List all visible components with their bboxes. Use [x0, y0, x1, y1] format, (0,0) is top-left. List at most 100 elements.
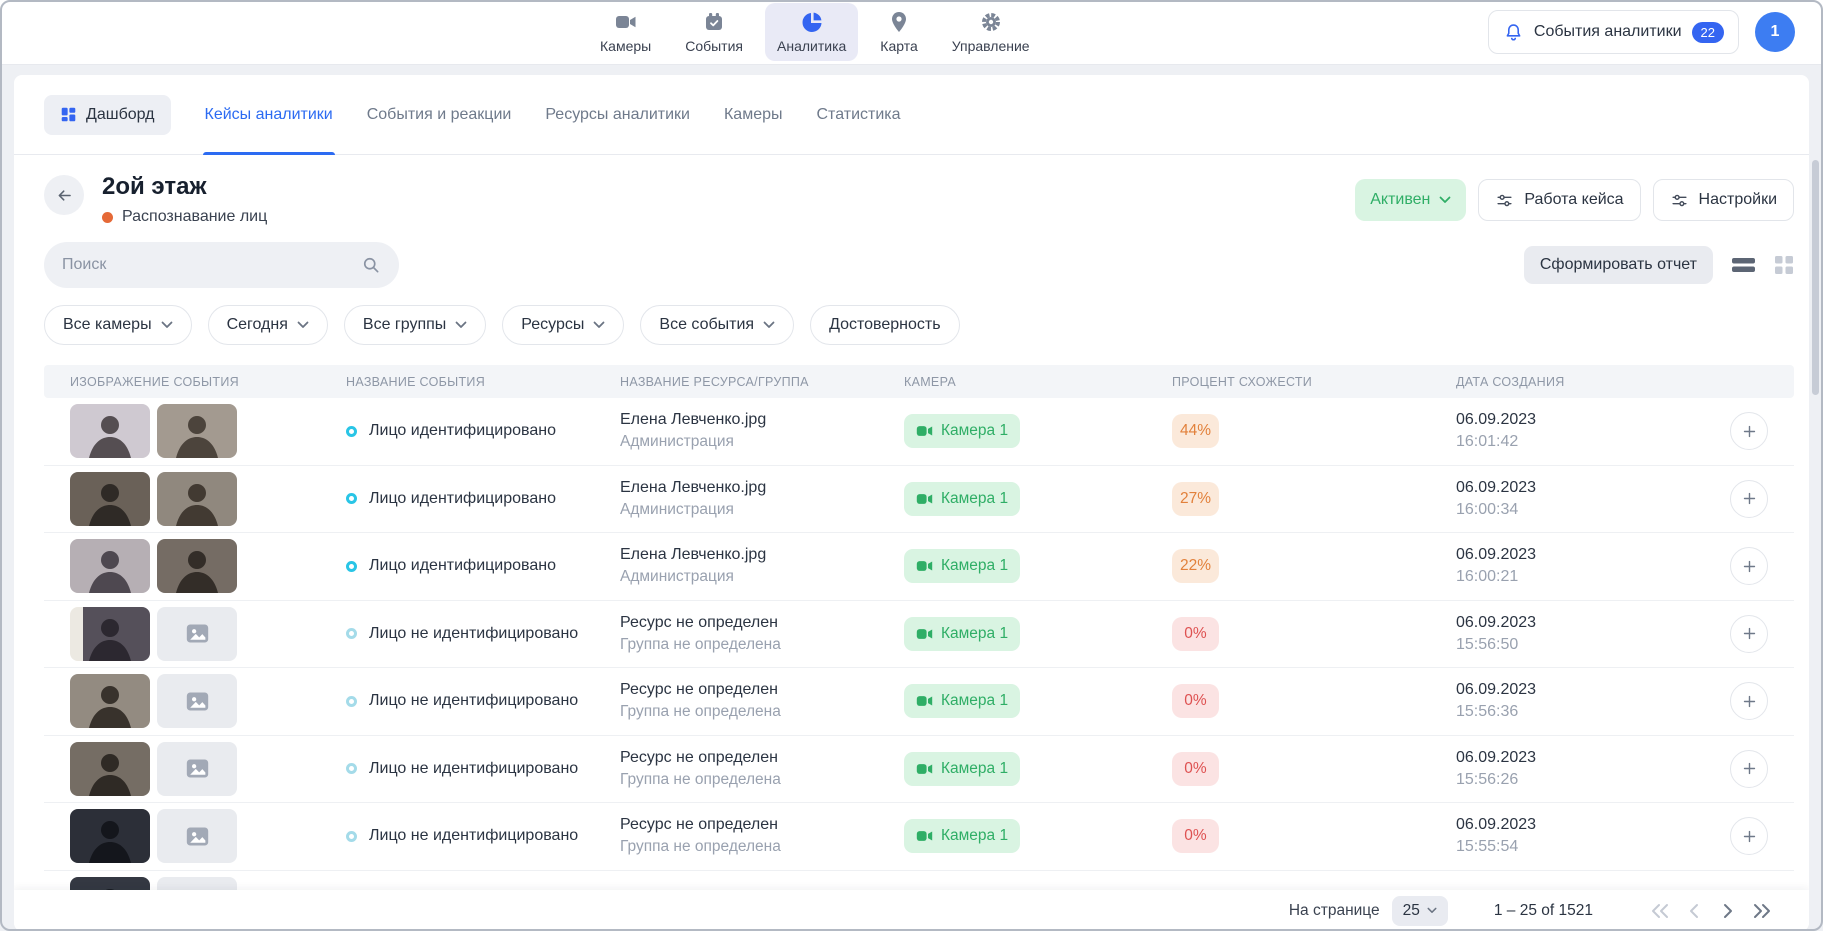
- tab-events-reactions[interactable]: События и реакции: [367, 75, 512, 155]
- case-status-dropdown[interactable]: Активен: [1355, 179, 1466, 221]
- settings-button[interactable]: Настройки: [1653, 179, 1794, 221]
- search-field[interactable]: [44, 242, 399, 288]
- add-button[interactable]: [1730, 547, 1768, 585]
- image-placeholder-icon: [184, 823, 211, 850]
- resource-cell: Ресурс не определен Группа не определена: [620, 749, 904, 789]
- event-thumbnail-1[interactable]: [70, 539, 150, 593]
- resource-group: Группа не определена: [620, 838, 904, 856]
- similarity-cell: 44%: [1172, 414, 1456, 448]
- event-thumbnail-1[interactable]: [70, 674, 150, 728]
- filter-all-groups[interactable]: Все группы: [344, 305, 486, 345]
- camera-badge[interactable]: Камера 1: [904, 617, 1020, 651]
- event-images-cell: [44, 404, 346, 458]
- event-thumbnail-2[interactable]: [157, 742, 237, 796]
- filter-all-cameras[interactable]: Все камеры: [44, 305, 192, 345]
- similarity-badge: 27%: [1172, 482, 1219, 516]
- tab-statistics[interactable]: Статистика: [816, 75, 900, 155]
- nav-item-analytics[interactable]: Аналитика: [765, 3, 858, 61]
- filter-date[interactable]: Сегодня: [208, 305, 328, 345]
- event-thumbnail-1[interactable]: [70, 472, 150, 526]
- plus-icon: [1741, 625, 1758, 642]
- search-input[interactable]: [62, 256, 351, 274]
- per-page-select[interactable]: 25: [1392, 896, 1448, 926]
- table-row[interactable]: Лицо не идентифицировано Ресурс не опред…: [44, 668, 1794, 736]
- event-thumbnail-2[interactable]: [157, 607, 237, 661]
- grid-view-toggle[interactable]: [1774, 255, 1794, 275]
- scrollbar-thumb[interactable]: [1812, 160, 1819, 395]
- table-row[interactable]: Лицо идентифицировано Елена Левченко.jpg…: [44, 398, 1794, 466]
- tab-cameras[interactable]: Камеры: [724, 75, 783, 155]
- camera-badge[interactable]: Камера 1: [904, 819, 1020, 853]
- nav-label: Управление: [952, 38, 1030, 54]
- generate-report-button[interactable]: Сформировать отчет: [1524, 246, 1713, 284]
- tab-analytics-cases[interactable]: Кейсы аналитики: [205, 75, 333, 155]
- add-button[interactable]: [1730, 682, 1768, 720]
- nav-item-events[interactable]: События: [673, 3, 755, 61]
- list-view-toggle[interactable]: [1731, 256, 1756, 274]
- first-page-button[interactable]: [1643, 896, 1677, 926]
- case-work-button[interactable]: Работа кейса: [1478, 179, 1640, 221]
- prev-page-button[interactable]: [1677, 896, 1711, 926]
- event-thumbnail-1[interactable]: [70, 404, 150, 458]
- plus-icon: [1741, 760, 1758, 777]
- event-thumbnail-1[interactable]: [70, 809, 150, 863]
- nav-item-management[interactable]: Управление: [940, 3, 1042, 61]
- event-time: 16:00:34: [1456, 501, 1704, 519]
- add-button[interactable]: [1730, 480, 1768, 518]
- date-cell: 06.09.2023 15:56:36: [1456, 681, 1704, 721]
- event-thumbnail-2[interactable]: [157, 674, 237, 728]
- column-event-image: ИЗОБРАЖЕНИЕ СОБЫТИЯ: [44, 375, 346, 389]
- camera-icon: [916, 492, 933, 506]
- event-time: 15:56:36: [1456, 703, 1704, 721]
- similarity-badge: 0%: [1172, 752, 1219, 786]
- resource-group: Администрация: [620, 568, 904, 586]
- add-button[interactable]: [1730, 615, 1768, 653]
- add-button[interactable]: [1730, 412, 1768, 450]
- analytics-events-button[interactable]: События аналитики 22: [1488, 10, 1739, 54]
- event-name: Лицо не идентифицировано: [369, 760, 578, 778]
- resource-name: Елена Левченко.jpg: [620, 546, 904, 564]
- event-thumbnail-2[interactable]: [157, 404, 237, 458]
- table-row[interactable]: Лицо идентифицировано Елена Левченко.jpg…: [44, 533, 1794, 601]
- toolbar: Сформировать отчет: [14, 242, 1809, 288]
- event-thumbnail-2[interactable]: [157, 472, 237, 526]
- chevron-down-icon: [593, 321, 605, 329]
- camera-cell: Камера 1: [904, 819, 1172, 853]
- analytics-tabs: Дашборд Кейсы аналитики События и реакци…: [14, 75, 1809, 155]
- user-avatar[interactable]: 1: [1755, 12, 1795, 52]
- filter-confidence[interactable]: Достоверность: [810, 305, 959, 345]
- camera-badge[interactable]: Камера 1: [904, 414, 1020, 448]
- camera-badge[interactable]: Камера 1: [904, 752, 1020, 786]
- event-thumbnail-2[interactable]: [157, 809, 237, 863]
- pie-chart-icon: [800, 10, 824, 34]
- actions-cell: [1704, 547, 1794, 585]
- event-status-ring-icon: [346, 561, 357, 572]
- event-name: Лицо не идентифицировано: [369, 692, 578, 710]
- camera-badge[interactable]: Камера 1: [904, 684, 1020, 718]
- page-title: 2ой этаж: [102, 173, 267, 201]
- tab-analytics-resources[interactable]: Ресурсы аналитики: [545, 75, 690, 155]
- nav-item-cameras[interactable]: Камеры: [588, 3, 663, 61]
- add-button[interactable]: [1730, 750, 1768, 788]
- event-name: Лицо идентифицировано: [369, 557, 556, 575]
- table-row[interactable]: Лицо не идентифицировано Ресурс не опред…: [44, 803, 1794, 871]
- back-button[interactable]: [44, 175, 84, 215]
- event-thumbnail-1[interactable]: [70, 607, 150, 661]
- camera-badge[interactable]: Камера 1: [904, 482, 1020, 516]
- event-thumbnail-2[interactable]: [157, 539, 237, 593]
- nav-item-map[interactable]: Карта: [868, 3, 929, 61]
- event-status-ring-icon: [346, 426, 357, 437]
- filter-all-events[interactable]: Все события: [640, 305, 794, 345]
- last-page-button[interactable]: [1745, 896, 1779, 926]
- table-row[interactable]: Лицо не идентифицировано Ресурс не опред…: [44, 601, 1794, 669]
- event-images-cell: [44, 539, 346, 593]
- table-row[interactable]: Лицо идентифицировано Елена Левченко.jpg…: [44, 466, 1794, 534]
- next-page-button[interactable]: [1711, 896, 1745, 926]
- dashboard-button[interactable]: Дашборд: [44, 95, 171, 135]
- main-navigation: Камеры События Аналитика Карта Управлени…: [588, 0, 1042, 64]
- table-row[interactable]: Лицо не идентифицировано Ресурс не опред…: [44, 736, 1794, 804]
- filter-resources[interactable]: Ресурсы: [502, 305, 624, 345]
- add-button[interactable]: [1730, 817, 1768, 855]
- event-thumbnail-1[interactable]: [70, 742, 150, 796]
- camera-badge[interactable]: Камера 1: [904, 549, 1020, 583]
